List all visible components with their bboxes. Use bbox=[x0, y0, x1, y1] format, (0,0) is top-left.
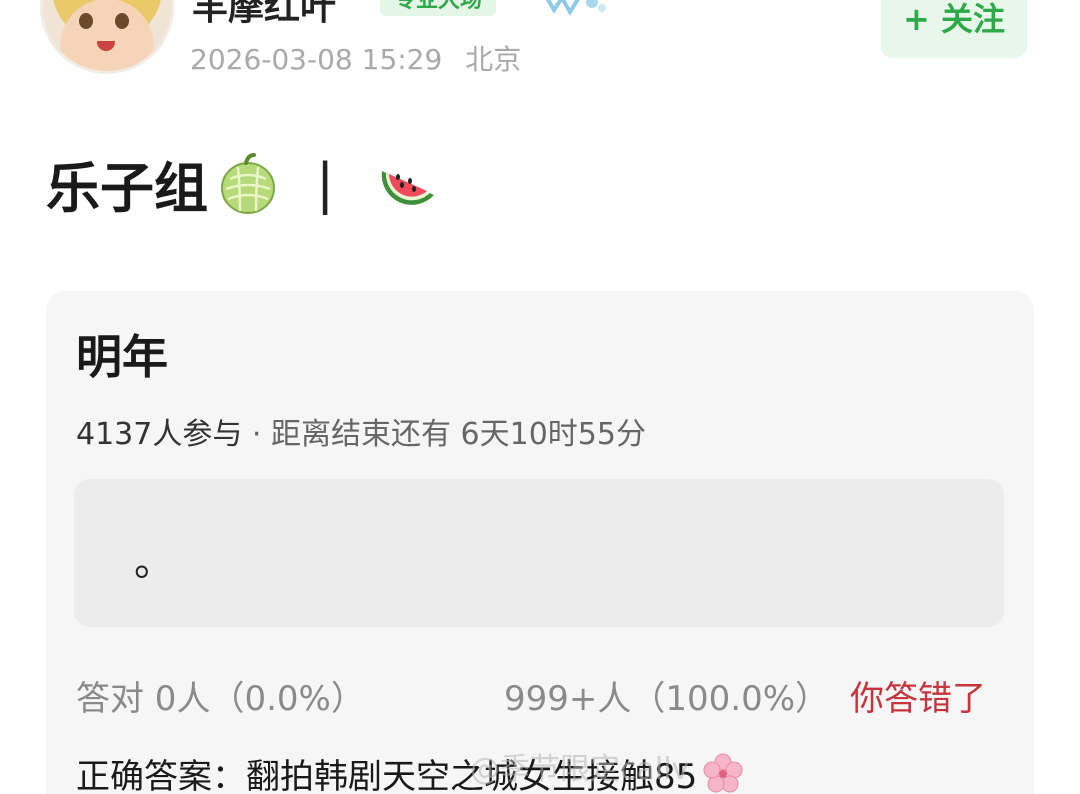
avatar-eye-left bbox=[79, 13, 93, 29]
post-location: 北京 bbox=[465, 43, 522, 76]
follow-button[interactable]: + 关注 bbox=[881, 0, 1027, 58]
melon-icon bbox=[221, 153, 275, 214]
avatar-eye-right bbox=[115, 13, 129, 29]
participant-count: 4137人参与 bbox=[76, 417, 243, 452]
user-badge: 专业大场 bbox=[380, 0, 497, 16]
post-title: 乐子组 bbox=[46, 156, 208, 220]
answer-stats: 答对 0人（0.0%） 999+人（100.0%） 你答错了 bbox=[76, 671, 1006, 719]
avatar[interactable] bbox=[40, 0, 174, 74]
meta-dot: · bbox=[251, 417, 262, 452]
quiz-title: 明年 bbox=[76, 330, 168, 384]
post-timestamp: 2026-03-08 15:29 bbox=[190, 43, 443, 76]
avatar-mouth bbox=[97, 41, 115, 51]
quiz-card[interactable]: 明年 4137人参与 · 距离结束还有 6天10时55分 。 答对 0人（0.0… bbox=[46, 291, 1034, 794]
sparkle-badge-icon bbox=[545, 0, 606, 16]
title-separator: | bbox=[316, 151, 335, 215]
result-status: 你答错了 bbox=[850, 679, 986, 719]
wrong-count: 999+人（100.0%） bbox=[504, 679, 830, 719]
watermark: @季节限定callv bbox=[470, 752, 690, 787]
username[interactable]: 羊摩红叶 bbox=[192, 0, 336, 30]
quiz-meta: 4137人参与 · 距离结束还有 6天10时55分 bbox=[76, 409, 646, 453]
post-page: 羊摩红叶 专业大场 2026-03-08 15:29 北京 + 关注 乐子组 | bbox=[0, 0, 1080, 794]
post-meta: 2026-03-08 15:29 北京 bbox=[190, 38, 535, 78]
question-box: 。 bbox=[74, 479, 1004, 627]
question-text: 。 bbox=[134, 539, 174, 585]
time-remaining: 距离结束还有 6天10时55分 bbox=[271, 417, 646, 452]
cherry-blossom-icon bbox=[703, 753, 743, 792]
watermelon-icon bbox=[381, 171, 435, 205]
post-title-row: 乐子组 | bbox=[46, 148, 440, 220]
correct-count: 答对 0人（0.0%） bbox=[76, 679, 365, 719]
